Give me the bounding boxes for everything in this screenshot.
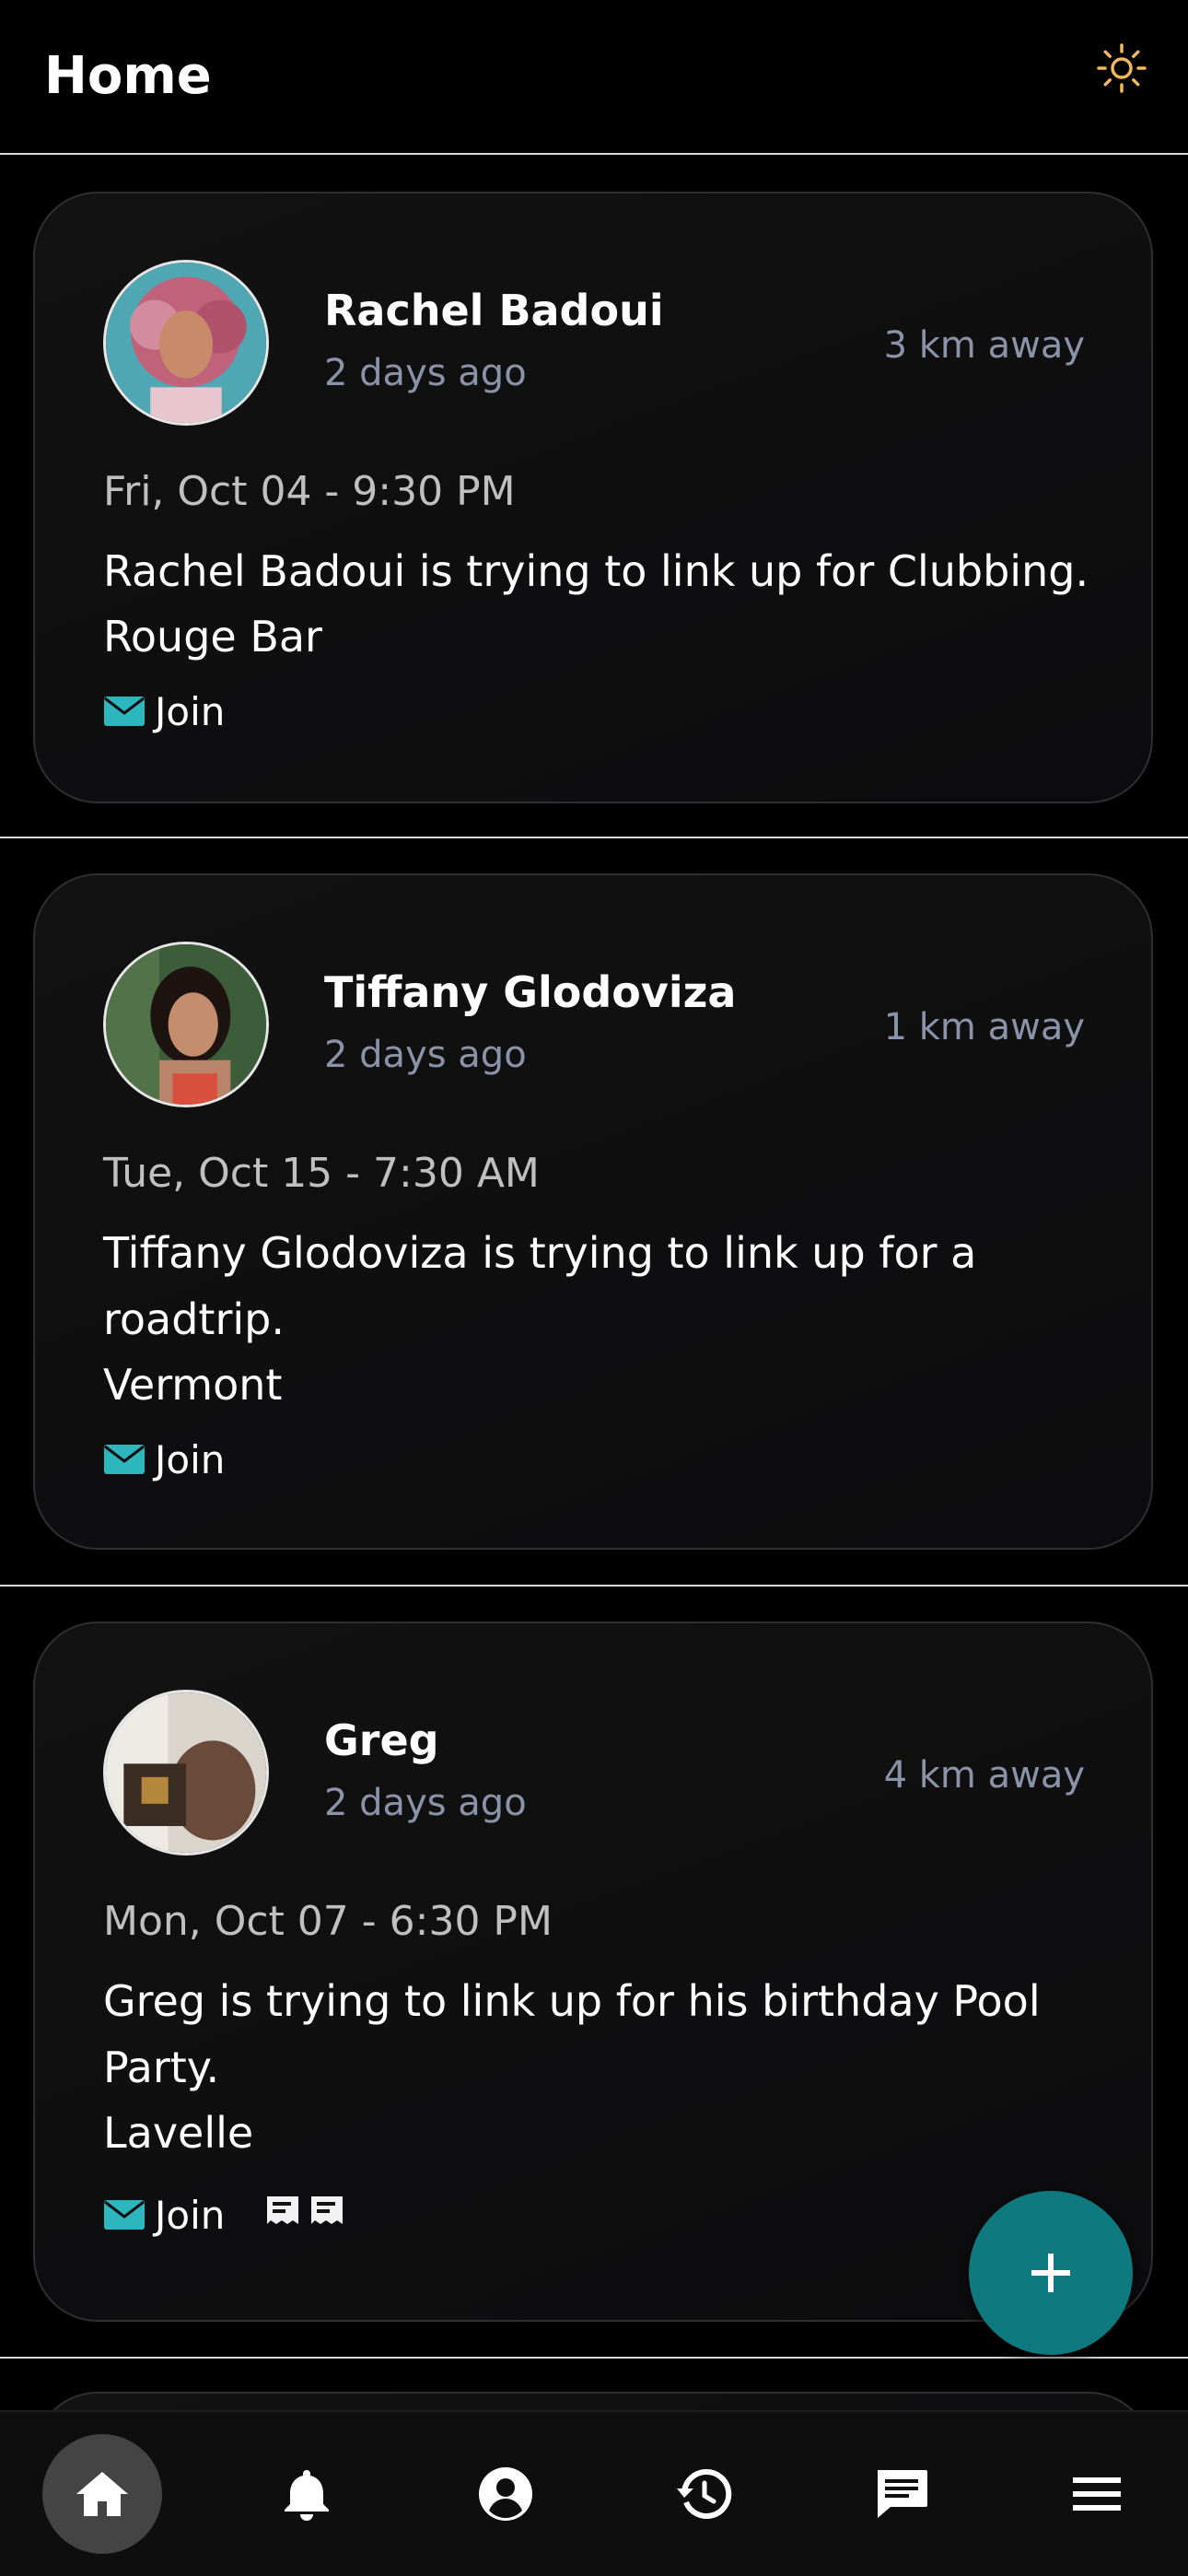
nav-messages[interactable] [842,2434,961,2554]
join-button[interactable]: Join [103,684,225,739]
user-name[interactable]: Rachel Badoui [324,286,664,335]
post-card[interactable]: Tiffany Glodoviza 2 days ago 1 km away T… [33,873,1153,1550]
history-icon [677,2468,732,2519]
user-name[interactable]: Tiffany Glodoviza [324,967,736,1017]
distance-label: 1 km away [883,1006,1085,1048]
event-date: Fri, Oct 04 - 9:30 PM [103,468,516,515]
bottom-nav [0,2410,1188,2576]
home-icon [76,2472,128,2516]
nav-notifications[interactable] [247,2434,367,2554]
menu-icon [1073,2477,1121,2511]
event-date: Mon, Oct 07 - 6:30 PM [103,1898,553,1945]
nav-home[interactable] [42,2434,162,2554]
event-location: Lavelle [103,2108,254,2158]
user-name[interactable]: Greg [324,1715,439,1765]
create-post-button[interactable] [969,2191,1133,2355]
event-location: Vermont [103,1360,283,1410]
page-title: Home [44,46,212,106]
posted-time: 2 days ago [324,1782,527,1824]
chat-icon [878,2470,927,2518]
nav-menu[interactable] [1037,2434,1157,2554]
post-card[interactable]: Greg 2 days ago 4 km away Mon, Oct 07 - … [33,1622,1153,2322]
receipt-icon [263,2193,350,2233]
join-button[interactable]: Join [103,2187,225,2242]
profile-icon [479,2467,532,2521]
envelope-icon [104,697,145,726]
post-card[interactable]: Rachel Badoui 2 days ago 3 km away Fri, … [33,192,1153,803]
distance-label: 3 km away [883,324,1085,367]
app-header: Home [0,0,1188,155]
nav-history[interactable] [645,2434,764,2554]
join-label: Join [155,1436,226,1482]
join-label: Join [155,2192,226,2238]
plus-icon [1031,2254,1070,2292]
avatar[interactable] [103,942,269,1107]
join-button[interactable]: Join [103,1432,225,1487]
posted-time: 2 days ago [324,352,527,394]
divider [0,837,1188,838]
divider [0,2357,1188,2359]
event-location: Rouge Bar [103,612,322,662]
event-description: Tiffany Glodoviza is trying to link up f… [103,1228,977,1344]
distance-label: 4 km away [883,1754,1085,1797]
envelope-icon [104,2200,145,2230]
avatar[interactable] [103,1690,269,1856]
posted-time: 2 days ago [324,1034,527,1076]
join-label: Join [155,688,226,734]
bell-icon [285,2470,329,2521]
envelope-icon [104,1445,145,1474]
event-description: Rachel Badoui is trying to link up for C… [103,546,1089,596]
avatar[interactable] [103,260,269,426]
event-date: Tue, Oct 15 - 7:30 AM [103,1150,540,1197]
event-description: Greg is trying to link up for his birthd… [103,1976,1041,2092]
divider [0,1585,1188,1587]
sun-icon[interactable] [1096,42,1147,94]
nav-profile[interactable] [446,2434,565,2554]
